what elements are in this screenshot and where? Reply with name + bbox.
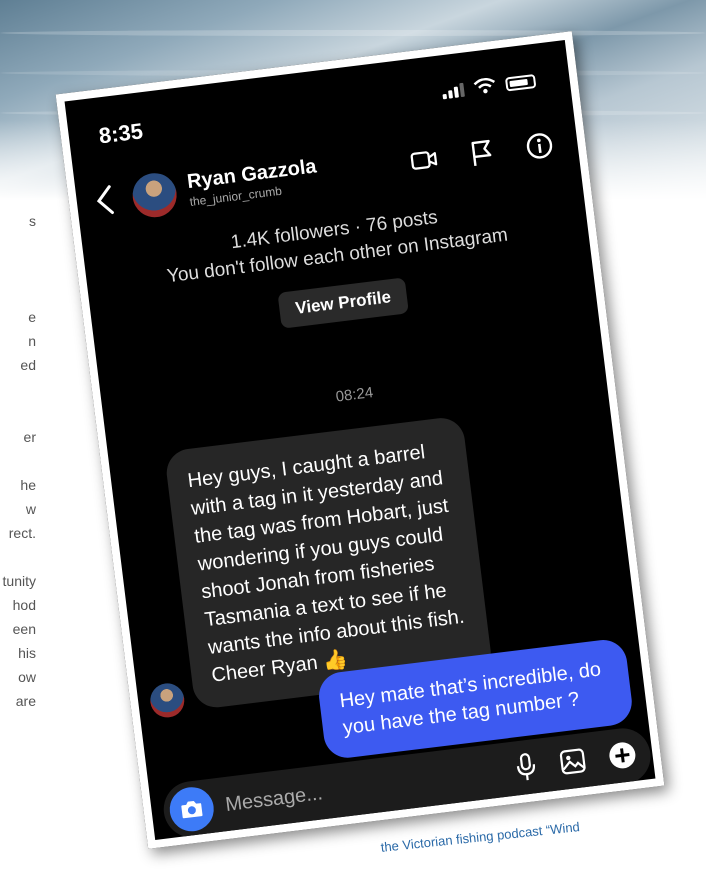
wifi-icon [473,77,496,94]
camera-icon [181,800,203,819]
plus-icon [609,742,636,769]
contact-avatar[interactable] [130,170,180,220]
message-timestamp: 08:24 [334,384,375,406]
article-text-fragment: rect. [8,525,36,541]
view-profile-button[interactable]: View Profile [277,277,409,329]
status-time: 8:35 [97,118,145,149]
image-icon [559,748,586,775]
microphone-icon [516,753,536,781]
article-text-fragment: e [28,309,36,325]
info-button[interactable] [524,130,555,161]
instagram-dm-screenshot: 8:35 Ryan Gazzola the_junior_crumb 1.4K … [55,31,665,849]
header-actions [409,130,555,175]
article-text-fragment: hod [12,597,36,613]
report-button[interactable] [466,137,497,168]
video-call-button[interactable] [409,144,440,175]
sender-avatar[interactable] [148,681,187,720]
article-text-fragment: ow [18,669,36,685]
article-text-fragment: s [29,213,36,229]
video-camera-icon [410,151,438,170]
status-icons [441,72,537,100]
article-caption: the Victorian fishing podcast “Wind [380,819,581,855]
article-text-fragments: s e n ed er he w rect. tunity hod een his ow are [0,210,36,869]
signal-icon [441,82,465,100]
flag-icon [471,139,492,167]
article-text-fragment: he [20,477,36,493]
camera-button[interactable] [167,784,217,834]
article-text-fragment: ed [20,357,36,373]
article-text-fragment: w [25,501,36,517]
back-button[interactable] [93,182,118,224]
chevron-left-icon [96,185,114,214]
message-input[interactable] [223,757,486,821]
info-icon [526,133,553,159]
voice-message-button[interactable] [513,751,539,788]
article-text-fragment: er [23,429,36,445]
battery-icon [504,73,537,92]
composer-actions [513,739,638,789]
article-text-fragment: are [15,693,36,709]
article-text-fragment: tunity [2,573,36,589]
gallery-button[interactable] [557,746,589,782]
article-text-fragment: his [18,645,36,661]
article-text-fragment: n [28,333,36,349]
article-text-fragment: een [12,621,36,637]
more-options-button[interactable] [607,740,639,776]
